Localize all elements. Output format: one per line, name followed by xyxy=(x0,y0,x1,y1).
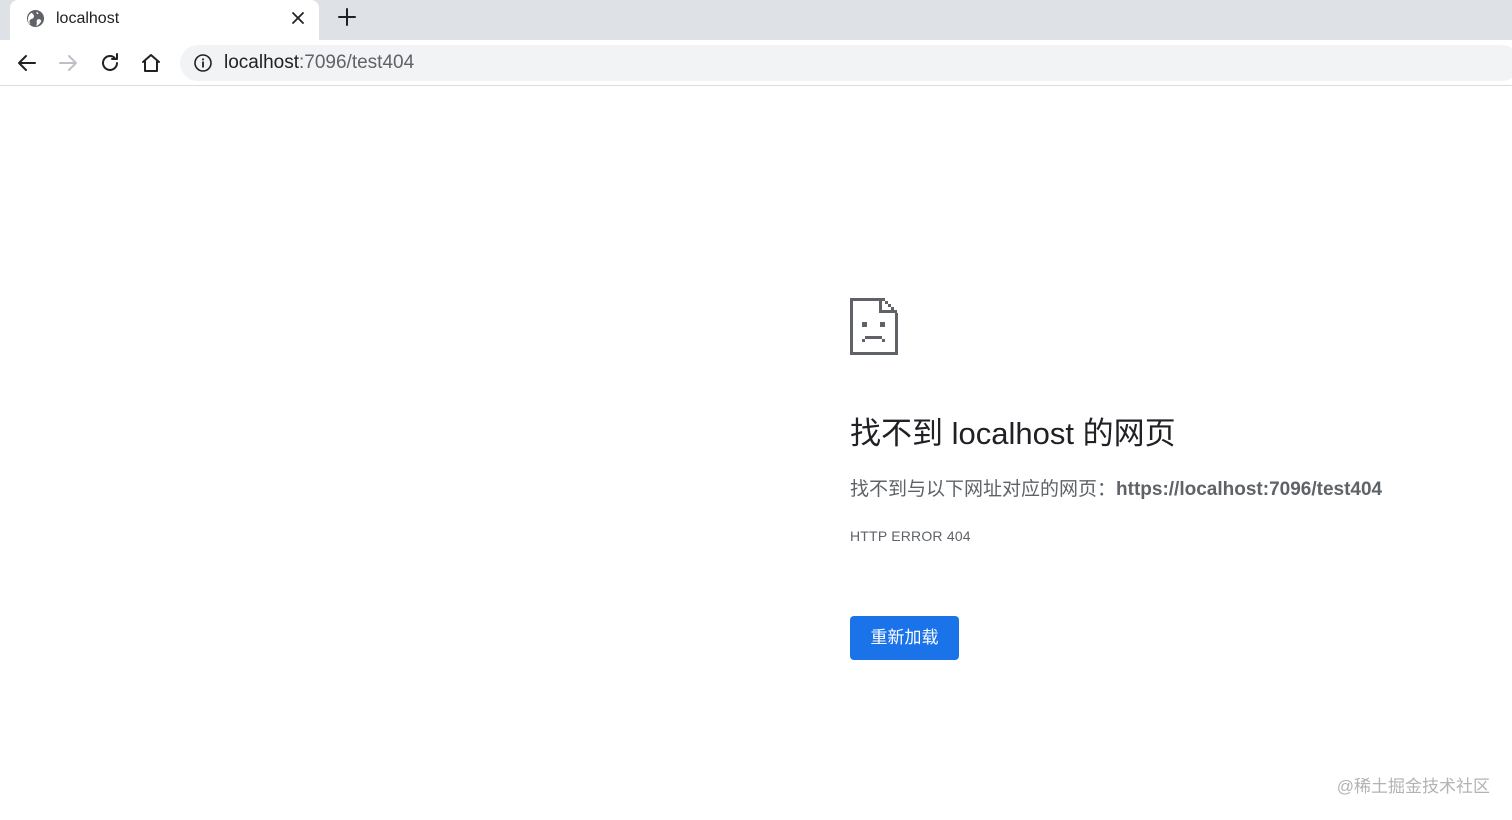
back-button[interactable] xyxy=(15,51,39,75)
url-text[interactable]: localhost:7096/test404 xyxy=(224,52,414,74)
url-path: :7096/test404 xyxy=(299,52,415,73)
info-icon[interactable] xyxy=(193,53,213,73)
browser-toolbar: localhost:7096/test404 xyxy=(0,40,1512,86)
address-bar[interactable]: localhost:7096/test404 xyxy=(180,45,1512,81)
globe-icon xyxy=(26,9,45,28)
error-code: HTTP ERROR 404 xyxy=(850,528,971,544)
tab-localhost[interactable]: localhost xyxy=(10,0,319,40)
reload-icon xyxy=(102,53,118,71)
tab-title: localhost xyxy=(56,10,120,27)
error-description: 找不到与以下网址对应的网页：https://localhost:7096/tes… xyxy=(850,478,1382,502)
plus-icon xyxy=(338,8,356,26)
reload-button[interactable] xyxy=(98,51,122,75)
error-description-prefix: 找不到与以下网址对应的网页： xyxy=(850,479,1117,500)
home-icon xyxy=(142,54,160,72)
tab-strip: localhost xyxy=(0,0,1512,40)
forward-arrow-icon xyxy=(59,55,77,71)
watermark: @稀土掘金技术社区 xyxy=(1336,777,1490,796)
home-button[interactable] xyxy=(139,51,163,75)
new-tab-button[interactable] xyxy=(336,6,358,28)
error-description-url: https://localhost:7096/test404 xyxy=(1116,479,1383,500)
error-heading: 找不到 localhost 的网页 xyxy=(850,416,1176,451)
url-host: localhost xyxy=(224,52,299,73)
sad-page-icon xyxy=(850,298,898,355)
reload-page-button[interactable]: 重新加载 xyxy=(850,616,959,660)
forward-button[interactable] xyxy=(56,51,80,75)
close-icon[interactable] xyxy=(290,10,306,26)
back-arrow-icon xyxy=(18,55,36,71)
